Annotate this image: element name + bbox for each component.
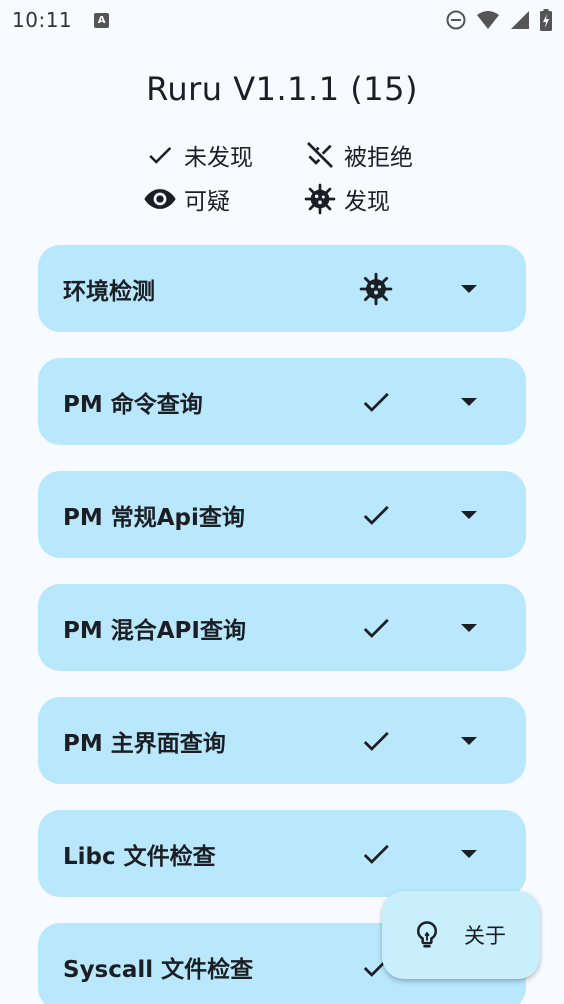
dropdown-arrow-icon[interactable]: [456, 841, 482, 867]
check-card-pm-api[interactable]: PM 常规Api查询: [38, 471, 526, 558]
check-card-pm-command[interactable]: PM 命令查询: [38, 358, 526, 445]
check-icon: [356, 382, 396, 422]
legend-suspicious: 可疑: [142, 182, 302, 216]
check-off-icon: [302, 139, 338, 171]
cell-signal-icon: [511, 11, 529, 29]
status-bar: 10:11 A: [0, 0, 564, 40]
check-icon: [356, 834, 396, 874]
status-time: 10:11: [12, 8, 73, 32]
check-card-env[interactable]: 环境检测: [38, 245, 526, 332]
app-notification-icon: A: [94, 12, 110, 28]
check-card-libc[interactable]: Libc 文件检查: [38, 810, 526, 897]
check-icon: [356, 608, 396, 648]
legend-denied: 被拒绝: [302, 138, 442, 172]
about-fab[interactable]: 关于: [382, 891, 540, 979]
battery-charging-icon: [540, 9, 552, 31]
check-title: PM 命令查询: [63, 391, 203, 418]
dropdown-arrow-icon[interactable]: [456, 502, 482, 528]
legend-not-found-label: 未发现: [184, 145, 253, 171]
eye-icon: [142, 183, 178, 215]
check-title: PM 常规Api查询: [63, 504, 245, 531]
dropdown-arrow-icon[interactable]: [456, 615, 482, 641]
legend-found-label: 发现: [344, 189, 390, 215]
check-card-pm-main-ui[interactable]: PM 主界面查询: [38, 697, 526, 784]
status-icons: [446, 9, 552, 31]
virus-icon: [302, 183, 338, 215]
check-icon: [142, 139, 178, 171]
check-card-pm-mixed-api[interactable]: PM 混合API查询: [38, 584, 526, 671]
check-title: 环境检测: [63, 278, 155, 305]
check-icon: [356, 495, 396, 535]
check-title: PM 主界面查询: [63, 730, 226, 757]
app-title: Ruru V1.1.1 (15): [146, 70, 418, 108]
check-title: Libc 文件检查: [63, 843, 216, 870]
dropdown-arrow-icon[interactable]: [456, 389, 482, 415]
wifi-icon: [477, 11, 499, 29]
dnd-icon: [446, 10, 466, 30]
status-legend: 未发现 被拒绝 可疑 发现: [142, 138, 442, 216]
about-fab-label: 关于: [464, 924, 506, 948]
legend-not-found: 未发现: [142, 138, 302, 172]
legend-found: 发现: [302, 182, 442, 216]
dropdown-arrow-icon[interactable]: [456, 276, 482, 302]
check-title: Syscall 文件检查: [63, 956, 254, 983]
legend-denied-label: 被拒绝: [344, 145, 413, 171]
check-title: PM 混合API查询: [63, 617, 246, 644]
legend-suspicious-label: 可疑: [184, 189, 230, 215]
dropdown-arrow-icon[interactable]: [456, 728, 482, 754]
virus-icon: [356, 269, 396, 309]
lightbulb-icon: [412, 920, 442, 950]
check-icon: [356, 721, 396, 761]
